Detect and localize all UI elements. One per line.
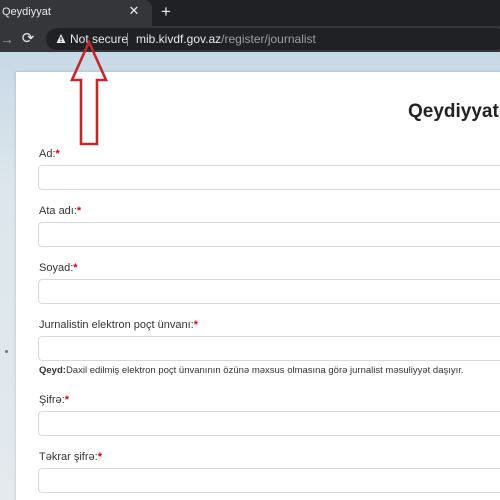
required-mark: * bbox=[76, 205, 82, 217]
first-name-input[interactable] bbox=[38, 165, 500, 190]
note-label: Qeyd: bbox=[39, 365, 66, 376]
close-tab-icon[interactable]: ✕ bbox=[127, 4, 141, 18]
required-mark: * bbox=[193, 319, 198, 331]
password-label: Şifrə:* bbox=[39, 394, 69, 406]
patronymic-label-text: Ata adı: bbox=[39, 205, 77, 217]
patronymic-label: Ata adı:* bbox=[39, 205, 81, 217]
required-mark: * bbox=[55, 148, 60, 160]
email-note: Qeyd:Daxil edilmiş elektron poçt ünvanın… bbox=[39, 365, 464, 376]
required-mark: * bbox=[73, 262, 78, 274]
email-input[interactable] bbox=[38, 336, 500, 361]
forward-icon[interactable]: → bbox=[0, 30, 14, 48]
url-text[interactable]: mib.kivdf.gov.az/register/journalist bbox=[136, 32, 316, 46]
first-name-label: Ad:* bbox=[39, 148, 60, 160]
password-input[interactable] bbox=[38, 411, 500, 436]
password-label-text: Şifrə: bbox=[39, 394, 65, 406]
last-name-label-text: Soyad: bbox=[39, 262, 74, 274]
tab-bar: Qeydiyyat ✕ + bbox=[0, 0, 500, 26]
email-label-text: Jurnalistin elektron poçt ünvanı: bbox=[39, 319, 194, 331]
address-bar[interactable]: Not secure mib.kivdf.gov.az/register/jou… bbox=[46, 28, 500, 50]
last-name-input[interactable] bbox=[38, 279, 500, 304]
patronymic-input[interactable] bbox=[38, 222, 500, 247]
last-name-label: Soyad:* bbox=[39, 262, 78, 274]
url-host: mib.kivdf.gov.az bbox=[136, 32, 222, 46]
warning-icon[interactable] bbox=[56, 32, 66, 46]
background-dot bbox=[5, 350, 8, 353]
new-tab-button[interactable]: + bbox=[157, 2, 175, 22]
first-name-label-text: Ad: bbox=[39, 148, 56, 160]
confirm-password-label: Təkrar şifrə:* bbox=[39, 451, 102, 463]
address-divider bbox=[127, 33, 128, 46]
page-title: Qeydiyyat bbox=[408, 101, 499, 122]
annotation-arrow-icon bbox=[69, 40, 109, 146]
tab-title: Qeydiyyat bbox=[2, 6, 51, 18]
browser-tab[interactable]: Qeydiyyat ✕ bbox=[0, 0, 152, 26]
note-text: Daxil edilmiş elektron poçt ünvanının öz… bbox=[65, 365, 464, 376]
required-mark: * bbox=[97, 451, 102, 463]
confirm-password-input[interactable] bbox=[38, 468, 500, 493]
required-mark: * bbox=[64, 394, 69, 406]
email-label: Jurnalistin elektron poçt ünvanı:* bbox=[39, 319, 198, 331]
url-path: /register/journalist bbox=[221, 32, 316, 46]
reload-icon[interactable]: ⟳ bbox=[18, 29, 38, 49]
confirm-password-label-text: Təkrar şifrə: bbox=[39, 451, 98, 463]
